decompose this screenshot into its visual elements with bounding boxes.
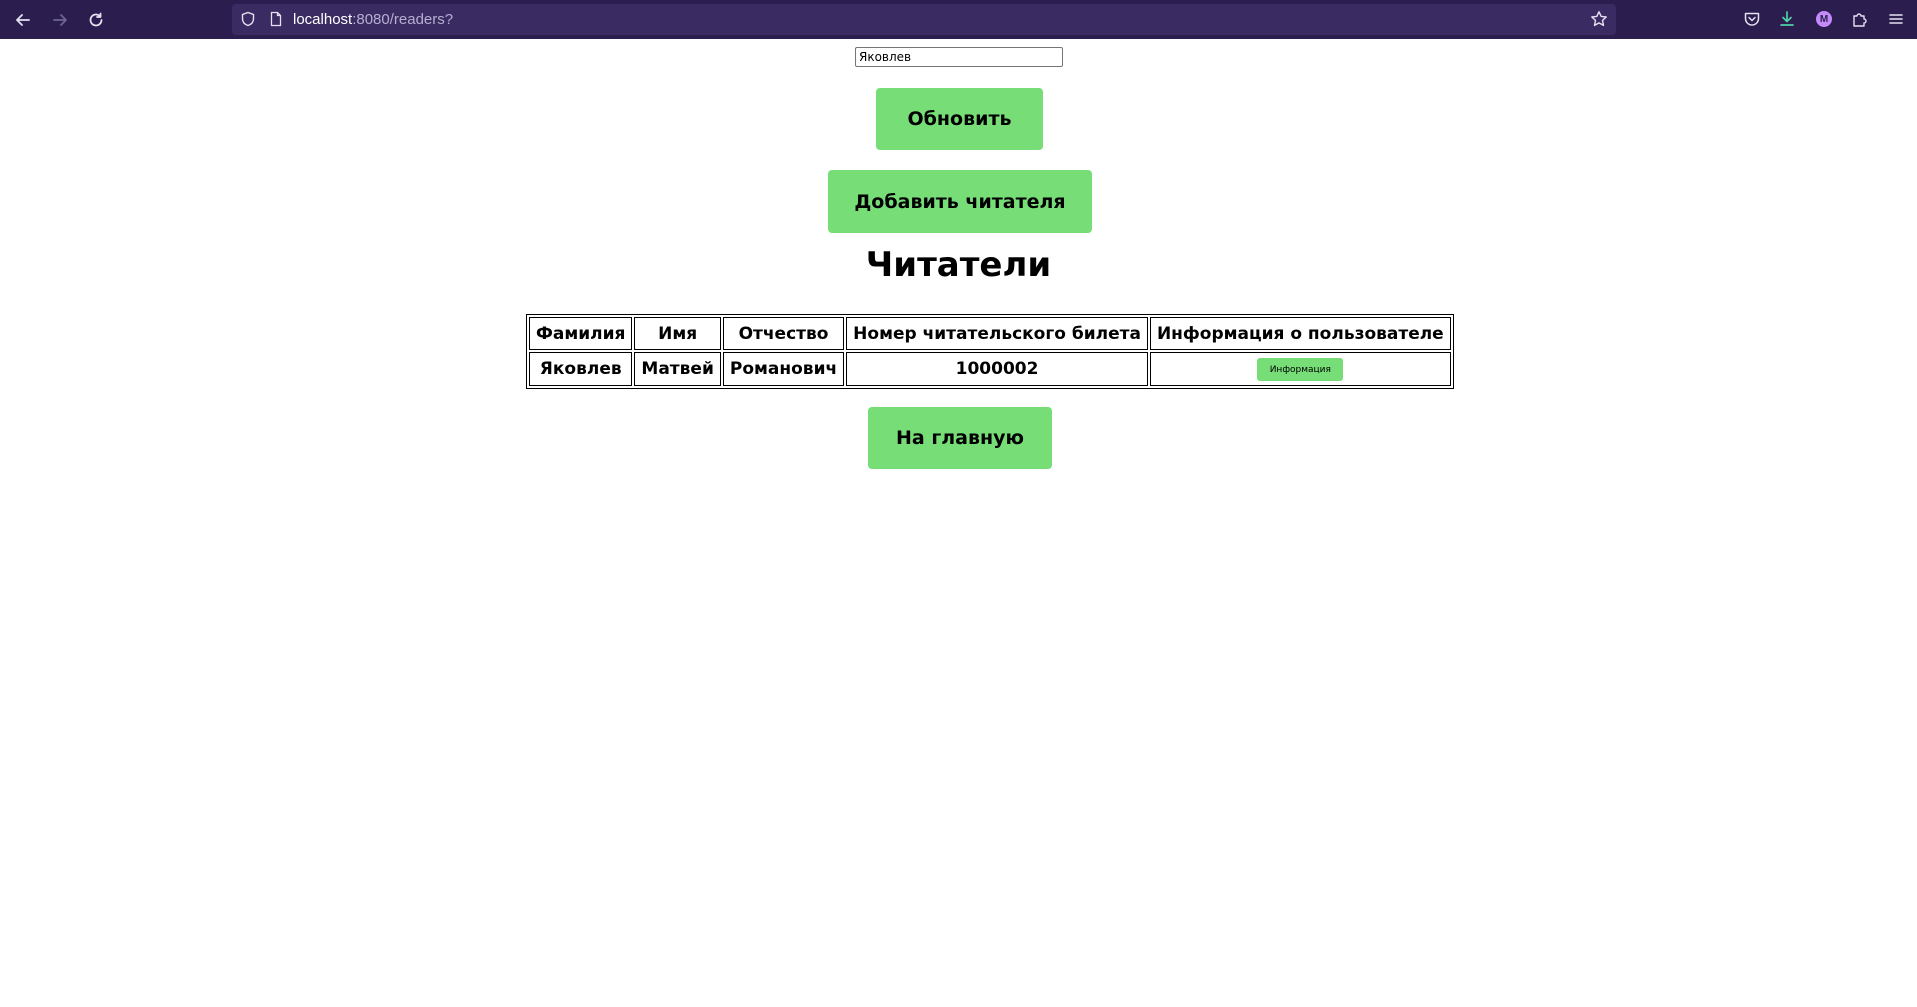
- home-button[interactable]: На главную: [868, 407, 1052, 469]
- download-icon[interactable]: [1776, 8, 1798, 30]
- url-path: :8080/readers?: [352, 11, 454, 28]
- extensions-icon[interactable]: [1849, 8, 1871, 30]
- cell-card-number: 1000002: [846, 352, 1148, 386]
- add-reader-button[interactable]: Добавить читателя: [828, 170, 1092, 233]
- table-row: Яковлев Матвей Романович 1000002 Информа…: [529, 352, 1451, 386]
- cell-patronymic: Романович: [722, 352, 845, 386]
- reload-icon[interactable]: [84, 8, 108, 32]
- cell-first-name: Матвей: [634, 352, 721, 386]
- cell-last-name: Яковлев: [529, 352, 633, 386]
- readers-table: Фамилия Имя Отчество Номер читательского…: [526, 314, 1454, 389]
- shield-icon[interactable]: [240, 11, 256, 27]
- menu-icon[interactable]: [1885, 8, 1907, 30]
- column-header-patronymic: Отчество: [722, 317, 845, 350]
- pocket-icon[interactable]: [1741, 8, 1763, 30]
- url-host: localhost: [293, 11, 353, 28]
- table-header-row: Фамилия Имя Отчество Номер читательского…: [529, 317, 1451, 350]
- page-title: Читатели: [865, 245, 1052, 285]
- bookmark-star-icon[interactable]: [1590, 10, 1608, 28]
- cell-user-info: Информация: [1149, 352, 1451, 386]
- column-header-first-name: Имя: [634, 317, 721, 350]
- info-button[interactable]: Информация: [1257, 358, 1344, 382]
- browser-toolbar: localhost:8080/readers? M: [0, 0, 1917, 39]
- forward-icon[interactable]: [48, 8, 72, 32]
- account-avatar-icon[interactable]: M: [1813, 8, 1835, 30]
- column-header-user-info: Информация о пользователе: [1149, 317, 1451, 350]
- refresh-button[interactable]: Обновить: [876, 88, 1043, 150]
- back-icon[interactable]: [11, 8, 35, 32]
- column-header-last-name: Фамилия: [529, 317, 633, 350]
- column-header-card-number: Номер читательского билета: [846, 317, 1148, 350]
- page-icon: [270, 11, 282, 27]
- address-bar[interactable]: localhost:8080/readers?: [232, 4, 1616, 35]
- url-text: localhost:8080/readers?: [293, 11, 453, 28]
- search-input[interactable]: [855, 47, 1063, 67]
